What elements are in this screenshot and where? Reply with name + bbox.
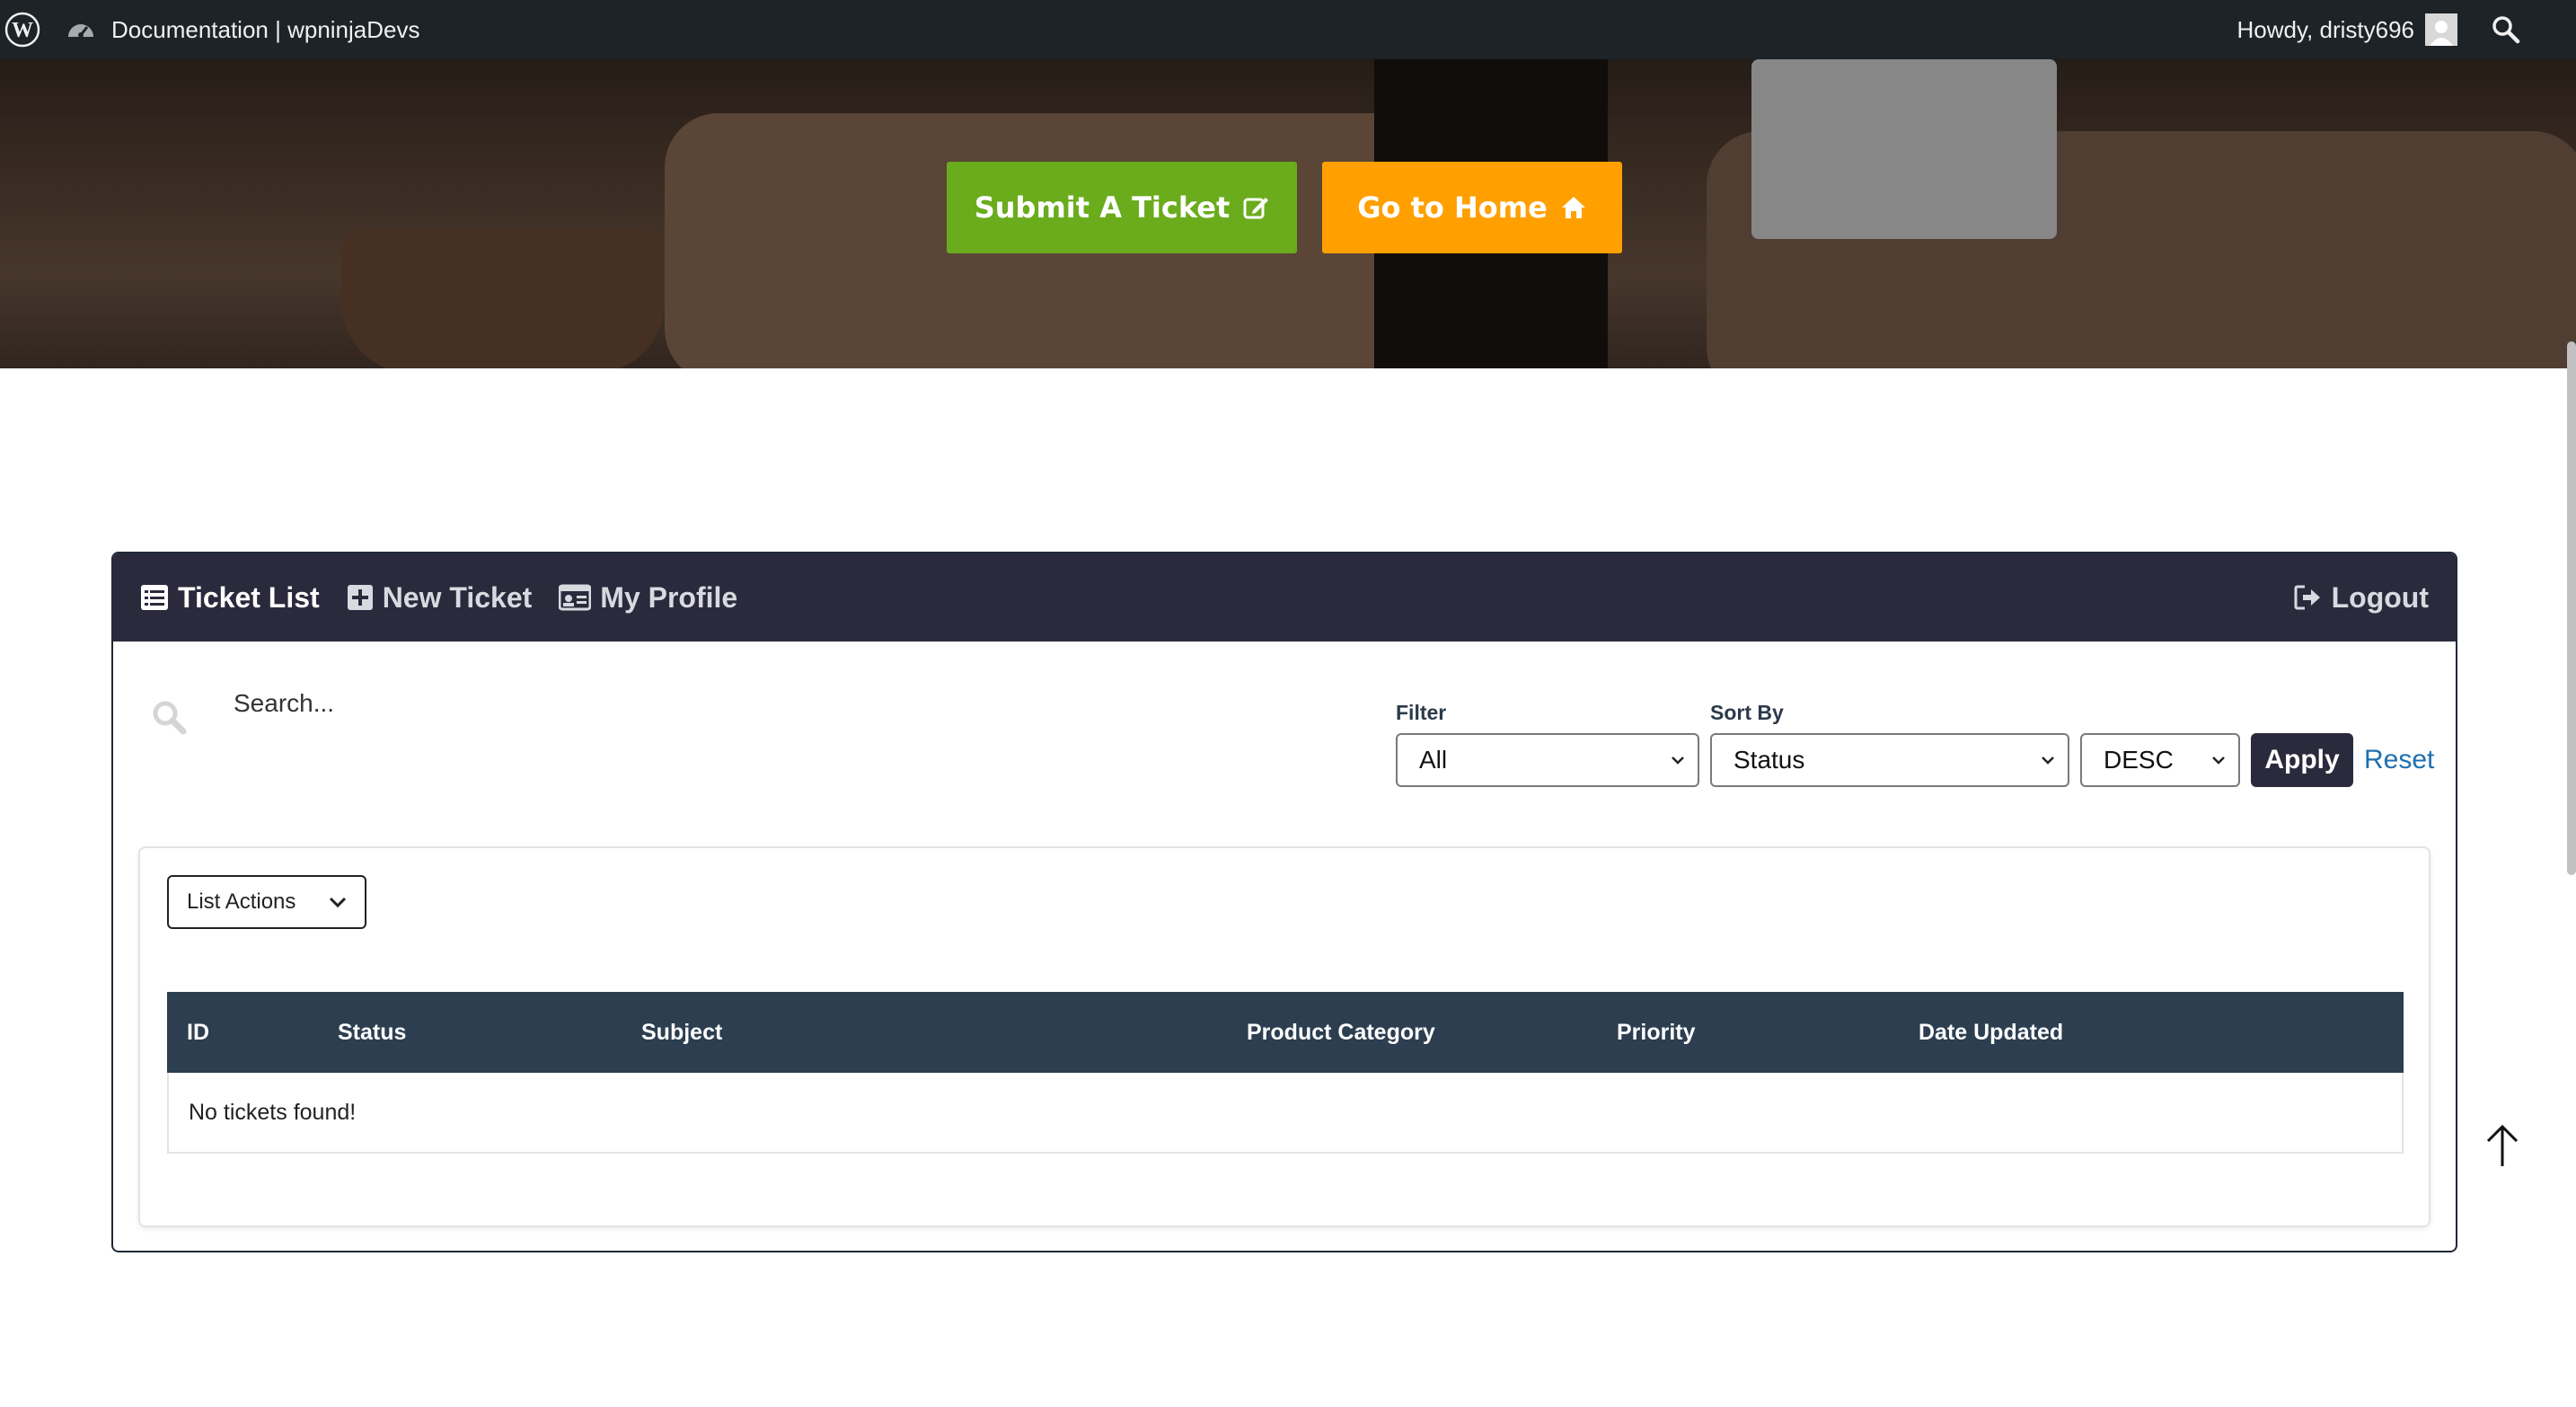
tab-ticket-list[interactable]: Ticket List bbox=[140, 581, 320, 615]
filter-bar: Filter All Sort By Status DESC Apply Res… bbox=[1396, 701, 2434, 787]
chevron-down-icon bbox=[1672, 757, 1684, 765]
site-title: Documentation | wpninjaDevs bbox=[111, 15, 420, 43]
home-icon bbox=[1561, 197, 1585, 218]
user-greeting[interactable]: Howdy, dristy696 bbox=[2237, 16, 2415, 44]
column-header-status[interactable]: Status bbox=[318, 1020, 622, 1046]
edit-icon bbox=[1243, 198, 1269, 219]
ticket-list-card: List Actions ID Status Subject Product C… bbox=[138, 846, 2430, 1227]
empty-message: No tickets found! bbox=[189, 1099, 357, 1125]
search-input[interactable] bbox=[234, 689, 1042, 718]
column-header-priority[interactable]: Priority bbox=[1597, 1020, 1899, 1046]
chevron-down-icon bbox=[2042, 757, 2054, 765]
id-card-icon bbox=[559, 584, 592, 611]
table-header: ID Status Subject Product Category Prior… bbox=[167, 992, 2404, 1073]
svg-text:W: W bbox=[12, 19, 33, 42]
apply-button[interactable]: Apply bbox=[2251, 733, 2353, 787]
table-empty-row: No tickets found! bbox=[167, 1073, 2404, 1154]
logout-button[interactable]: Logout bbox=[2294, 553, 2429, 642]
search-icon bbox=[153, 701, 187, 735]
sign-out-icon bbox=[2294, 585, 2320, 610]
site-name-link[interactable]: Documentation | wpninjaDevs bbox=[65, 13, 419, 46]
search-icon[interactable] bbox=[2490, 13, 2522, 46]
tab-my-profile[interactable]: My Profile bbox=[559, 581, 737, 615]
plus-square-icon bbox=[347, 585, 373, 610]
filter-label: Filter bbox=[1396, 701, 1447, 724]
column-header-date-updated[interactable]: Date Updated bbox=[1899, 1020, 2258, 1046]
admin-bar: W Documentation | wpninjaDevs Howdy, dri… bbox=[0, 0, 2576, 59]
dashboard-icon bbox=[68, 24, 93, 38]
list-actions-dropdown[interactable]: List Actions bbox=[167, 875, 366, 929]
scrollbar[interactable] bbox=[2567, 341, 2576, 875]
column-header-id[interactable]: ID bbox=[167, 1020, 318, 1046]
tab-new-ticket[interactable]: New Ticket bbox=[347, 581, 532, 615]
reset-link[interactable]: Reset bbox=[2364, 733, 2434, 787]
sort-order-select[interactable]: DESC bbox=[2080, 733, 2240, 787]
chevron-down-icon bbox=[2212, 757, 2225, 765]
wordpress-logo-icon[interactable]: W bbox=[0, 7, 45, 52]
column-header-product-category[interactable]: Product Category bbox=[1227, 1020, 1597, 1046]
column-header-subject[interactable]: Subject bbox=[622, 1020, 1227, 1046]
sort-by-label: Sort By bbox=[1710, 701, 1784, 724]
sort-by-select[interactable]: Status bbox=[1710, 733, 2069, 787]
ticket-panel: Ticket List New Ticket My Profile Logout… bbox=[111, 552, 2457, 1252]
arrow-up-icon[interactable] bbox=[2483, 1123, 2522, 1168]
submit-ticket-button[interactable]: Submit A Ticket bbox=[947, 162, 1297, 253]
go-home-button[interactable]: Go to Home bbox=[1322, 162, 1622, 253]
ticket-table: ID Status Subject Product Category Prior… bbox=[167, 992, 2404, 1154]
avatar[interactable] bbox=[2425, 13, 2457, 46]
panel-header: Ticket List New Ticket My Profile Logout bbox=[113, 553, 2456, 642]
search-bar bbox=[149, 689, 1042, 737]
filter-select[interactable]: All bbox=[1396, 733, 1699, 787]
hero-banner: Submit A Ticket Go to Home bbox=[0, 59, 2576, 368]
chevron-down-icon bbox=[329, 897, 347, 908]
list-icon bbox=[141, 585, 168, 610]
